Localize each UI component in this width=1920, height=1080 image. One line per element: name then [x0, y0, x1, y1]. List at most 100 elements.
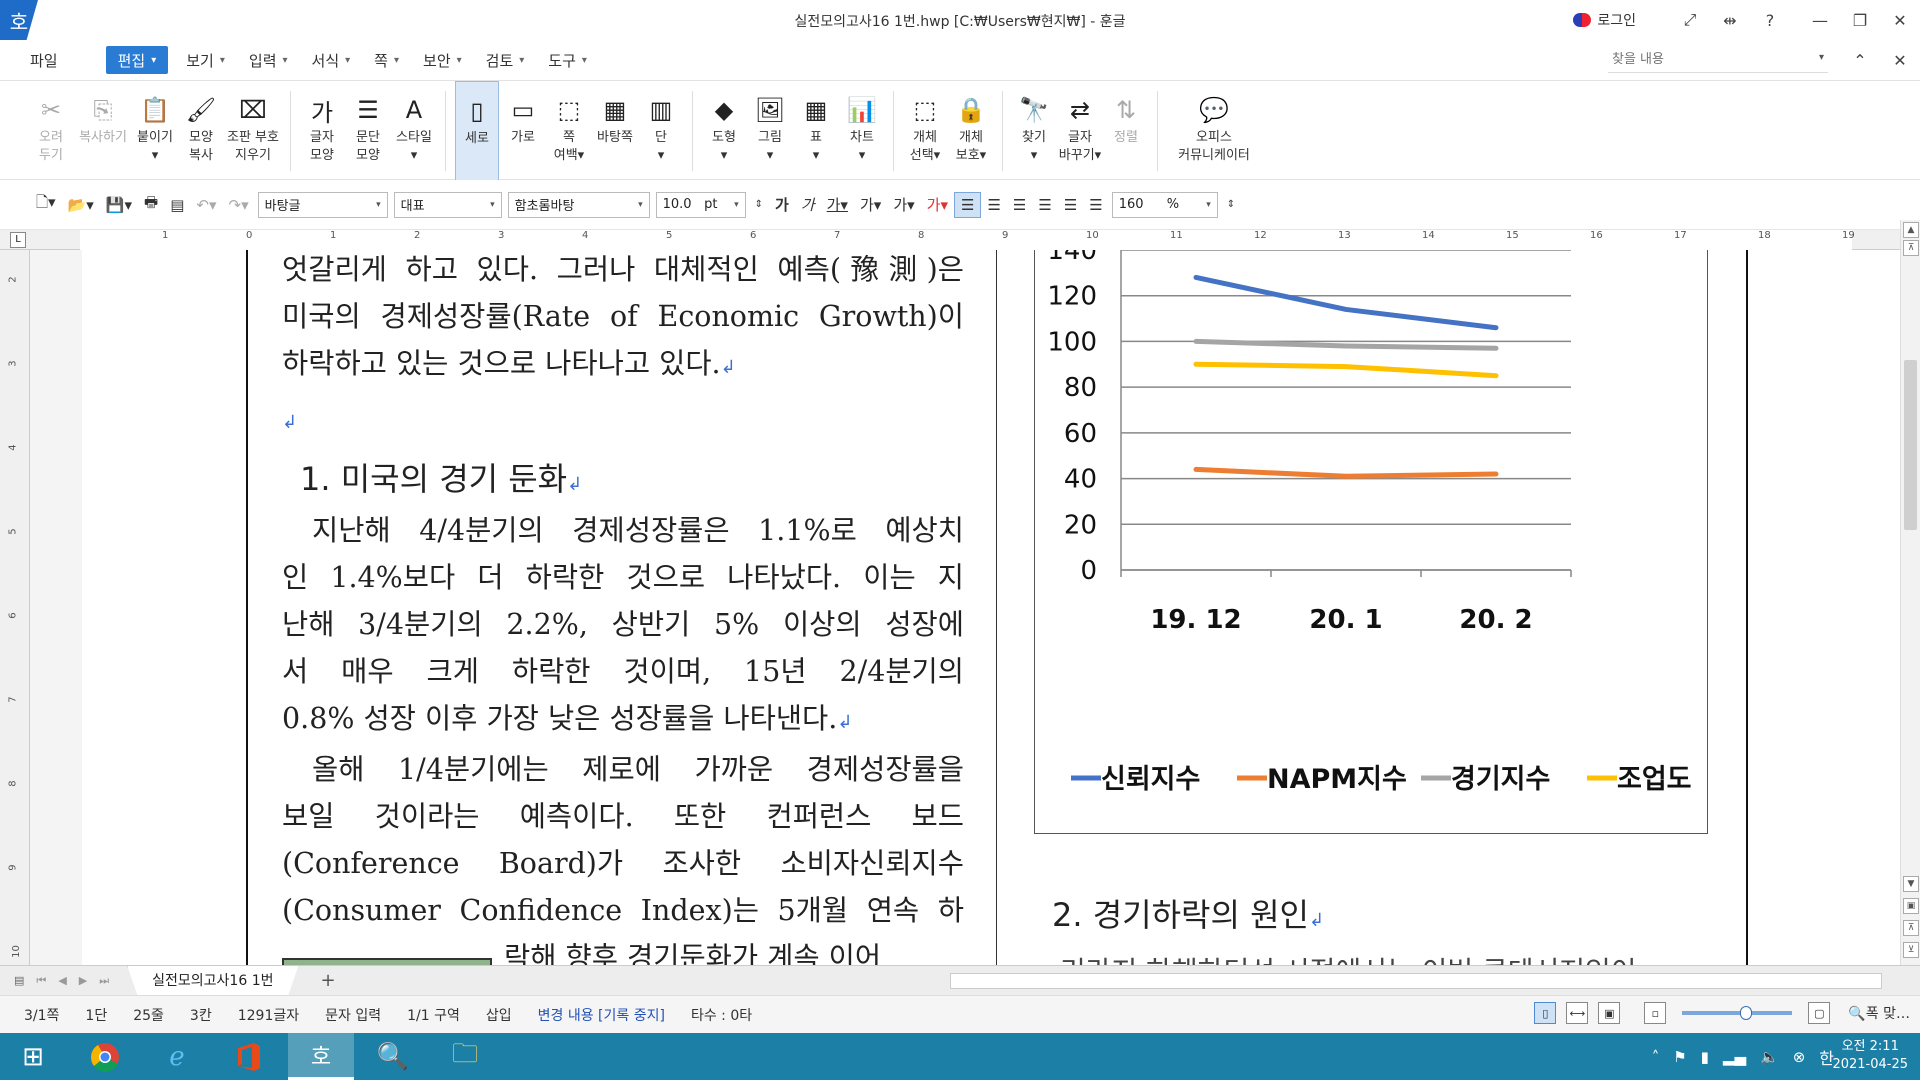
folder-icon[interactable]: 🗀 [432, 1033, 498, 1080]
open-icon[interactable]: 📂▾ [62, 192, 100, 218]
chart-frame[interactable]: 0 20 40 60 80 100 120 140 19. 12 20. 1 20. 2 신뢰지수 NA… [1034, 250, 1708, 834]
text-line[interactable]: 난해 3/4분기의 2.2%, 상반기 5% 이상의 성장에 [282, 601, 964, 648]
save-icon[interactable]: 💾▾ [100, 192, 138, 218]
strikethrough-icon[interactable]: 가▾ [854, 192, 887, 218]
redo-icon[interactable]: ↷▾ [223, 192, 255, 218]
zoom-out-icon[interactable]: ▫ [1644, 1002, 1667, 1024]
new-doc-icon[interactable]: 🗋▾ [30, 192, 62, 218]
undo-icon[interactable]: ↶▾ [190, 192, 222, 218]
office-icon[interactable] [216, 1033, 282, 1080]
text-line[interactable]: (Consumer Confidence Index)는 5개월 연속 하 [282, 887, 964, 934]
text-line[interactable]: 지난해 4/4분기의 경제성장률은 1.1%로 예상치 [282, 507, 964, 554]
align-left-icon[interactable]: ☰ [981, 192, 1006, 218]
empty-paragraph[interactable]: ↲ [282, 391, 964, 446]
menu-item-8[interactable]: 도구 ▾ [536, 46, 599, 74]
horizontal-scrollbar[interactable] [950, 973, 1882, 989]
windows-start-icon[interactable]: ⊞ [0, 1033, 66, 1080]
prev-tab-icon[interactable]: ◀ [58, 974, 66, 987]
menu-item-3[interactable]: 입력 ▾ [237, 46, 300, 74]
ribbon-button-margin[interactable]: ⬚ 쪽 여백▾ [547, 81, 591, 181]
minimize-icon[interactable]: — [1800, 0, 1840, 40]
volume-icon[interactable]: 🔈 [1760, 1048, 1779, 1066]
page-up-button[interactable]: ⊼ [1903, 920, 1919, 936]
ribbon-button-char-shape[interactable]: 가 글자 모양 [300, 81, 344, 181]
ribbon-button-portrait[interactable]: ▯ 세로 [455, 81, 499, 181]
ribbon-button-picture[interactable]: 🖼 그림 ▾ [748, 81, 792, 181]
document-tab[interactable]: 실전모의고사16 1번 [127, 965, 299, 996]
status-insert-mode[interactable]: 삽입 [486, 1005, 512, 1025]
underline-icon[interactable]: 가▾ [821, 192, 854, 218]
ribbon-button-communicator[interactable]: 💬 오피스 커뮤니케이터 [1167, 81, 1261, 181]
menu-item-5[interactable]: 쪽 ▾ [362, 46, 411, 74]
status-section[interactable]: 1/1 구역 [407, 1005, 460, 1025]
tray-expand-icon[interactable]: ˄ [1652, 1048, 1660, 1066]
horizontal-ruler[interactable]: 1 0 1 2 3 4 5 6 7 8 9 10 11 12 13 14 15 16 17 18 19 [0, 230, 1920, 250]
status-track-changes[interactable]: 변경 내용 [기록 중지] [538, 1005, 665, 1025]
text-line[interactable]: 보일 것이라는 예측이다. 또한 컨퍼런스 보드 [282, 793, 964, 840]
text-line[interactable]: 인 1.4%보다 더 하락한 것으로 나타났다. 이는 지 [282, 554, 964, 601]
ribbon-button-table[interactable]: ▦ 표 ▾ [794, 81, 838, 181]
two-page-view-icon[interactable]: ⟷ [1566, 1002, 1589, 1024]
menu-item-1[interactable]: 편집 ▾ [105, 46, 169, 74]
align-center-icon[interactable]: ☰ [1007, 192, 1032, 218]
text-line[interactable]: 미국의 경제성장률(Rate of Economic Growth)이 [282, 293, 964, 340]
ribbon-button-paste[interactable]: 📋 붙이기 ▾ [133, 81, 177, 181]
ribbon-button-clear-marks[interactable]: ⌧ 조판 부호 지우기 [225, 81, 281, 181]
fullscreen-icon[interactable]: ⤢ [1670, 0, 1710, 40]
ribbon-button-master-page[interactable]: ▦ 바탕쪽 [593, 81, 637, 181]
zoom-field[interactable]: 160% ▾ [1111, 191, 1218, 218]
align-split-icon[interactable]: ☰ [1083, 192, 1108, 218]
next-tab-icon[interactable]: ▶ [79, 974, 87, 987]
menu-item-4[interactable]: 서식 ▾ [300, 46, 363, 74]
ribbon-button-style[interactable]: A 스타일 ▾ [392, 81, 436, 181]
ribbon-button-replace[interactable]: ⇄ 글자 바꾸기▾ [1058, 81, 1102, 181]
scroll-up-button[interactable]: ▲ [1903, 222, 1919, 238]
battery-icon[interactable]: ▮ [1701, 1048, 1709, 1066]
chrome-icon[interactable] [72, 1033, 138, 1080]
search-app-icon[interactable]: 🔍 [360, 1033, 426, 1080]
scroll-thumb[interactable] [1904, 360, 1917, 530]
bold-icon[interactable]: 가 [769, 192, 795, 218]
hwp-icon[interactable]: 호 [288, 1033, 354, 1080]
search-dropdown-icon[interactable]: ▾ [1819, 52, 1824, 63]
resize-icon[interactable]: ⇹ [1710, 0, 1750, 40]
menu-item-0[interactable]: 파일 [18, 46, 70, 74]
prev-page-button[interactable]: ▣ [1903, 898, 1919, 914]
font-color-icon[interactable]: 가▾ [887, 192, 920, 218]
ie-icon[interactable]: e [144, 1033, 210, 1080]
style-select[interactable]: 바탕글 ▾ [257, 191, 388, 218]
menu-item-6[interactable]: 보안 ▾ [411, 46, 474, 74]
full-view-icon[interactable]: ▣ [1598, 1002, 1621, 1024]
print-icon[interactable]: 🖶 [138, 192, 164, 218]
zoom-slider-knob[interactable] [1740, 1006, 1753, 1020]
zoom-stepper[interactable]: ⇕ [1221, 192, 1241, 218]
vertical-scrollbar[interactable]: ▲ ⊼ ▼ ▣ ⊼ ⊻ [1900, 220, 1920, 965]
system-clock[interactable]: 오전 2:11 2021-04-25 [1832, 1038, 1908, 1074]
preview-icon[interactable]: ▤ [164, 192, 190, 218]
help-icon[interactable]: ? [1750, 0, 1790, 40]
ribbon-button-protect-object[interactable]: 🔒 개체 보호▾ [949, 81, 993, 181]
signal-icon[interactable]: ▂▄ [1723, 1048, 1746, 1066]
language-select[interactable]: 대표 ▾ [393, 191, 502, 218]
zoom-fit-button[interactable]: 🔍폭 맞… [1848, 1003, 1910, 1023]
ribbon-button-sort[interactable]: ⇅ 정렬 [1104, 81, 1148, 181]
ribbon-button-chart[interactable]: 📊 차트 ▾ [840, 81, 884, 181]
zoom-slider[interactable] [1682, 1006, 1793, 1020]
font-size-stepper[interactable]: ⇕ [749, 192, 769, 218]
menu-item-2[interactable]: 보기 ▾ [174, 46, 237, 74]
font-select[interactable]: 함초롬바탕 ▾ [507, 191, 650, 218]
login-button[interactable]: 로그인 [1573, 10, 1636, 30]
font-size-field[interactable]: 10.0 pt ▾ [655, 191, 746, 218]
scroll-top-button[interactable]: ⊼ [1903, 240, 1919, 256]
align-right-icon[interactable]: ☰ [1032, 192, 1057, 218]
ribbon-button-landscape[interactable]: ▭ 가로 [501, 81, 545, 181]
normal-view-icon[interactable]: ▯ [1534, 1002, 1557, 1024]
document-area[interactable]: 엇갈리게 하고 있다. 그러나 대체적인 예측(豫測)은 미국의 경제성장률(Ra… [30, 250, 1900, 965]
search-input[interactable] [1608, 47, 1828, 73]
text-line[interactable]: 하락하고 있는 것으로 나타나고 있다.↲ [282, 340, 964, 391]
zoom-in-icon[interactable]: ▢ [1808, 1002, 1831, 1024]
last-tab-icon[interactable]: ⏭ [99, 974, 109, 988]
close-icon[interactable]: ✕ [1880, 0, 1920, 40]
scroll-down-button[interactable]: ▼ [1903, 876, 1919, 892]
line-chart[interactable]: 0 20 40 60 80 100 120 140 19. 12 20. 1 20. 2 신뢰지수 NA… [1035, 250, 1709, 834]
